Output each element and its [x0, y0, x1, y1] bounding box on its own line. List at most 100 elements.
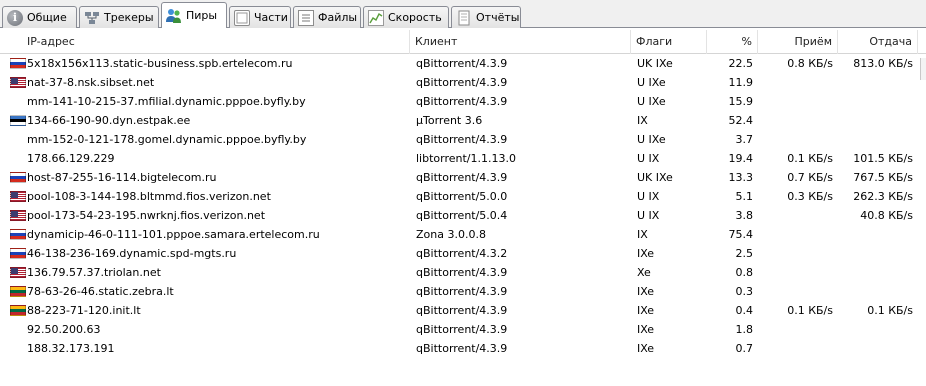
cell-ip: 46-138-236-169.dynamic.spd-mgts.ru — [27, 247, 237, 260]
cell-ip: 88-223-71-120.init.lt — [27, 304, 141, 317]
cell-upload: 40.8 КБ/s — [860, 209, 913, 222]
cell-download — [758, 320, 833, 339]
cell-ip: 5x18x156x113.static-business.spb.ertelec… — [27, 57, 293, 70]
country-flag-icon — [10, 286, 26, 297]
cell-client: qBittorrent/4.3.9 — [416, 133, 508, 146]
table-row[interactable]: 78-63-26-46.static.zebra.lt qBittorrent/4… — [0, 282, 926, 301]
table-row[interactable]: 46-138-236-169.dynamic.spd-mgts.ru qBitto… — [0, 244, 926, 263]
cell-client: qBittorrent/4.3.9 — [416, 285, 508, 298]
cell-percent: 5.1 — [735, 190, 754, 203]
table-row[interactable]: nat-37-8.nsk.sibset.net qBittorrent/4.3.9… — [0, 73, 926, 92]
country-flag-icon — [10, 305, 26, 316]
country-flag-icon — [10, 115, 26, 126]
cell-ip: mm-152-0-121-178.gomel.dynamic.pppoe.byf… — [27, 133, 307, 146]
table-row[interactable]: 92.50.200.63 qBittorrent/4.3.9 IXe 1.8 — [0, 320, 926, 339]
cell-percent: 3.7 — [735, 133, 754, 146]
cell-flags: IXe — [637, 247, 655, 260]
info-icon: i — [7, 9, 23, 26]
tab-speed[interactable]: Скорость — [363, 6, 449, 28]
cell-client: qBittorrent/5.0.0 — [416, 190, 508, 203]
cell-upload — [838, 111, 913, 130]
table-row[interactable]: 5x18x156x113.static-business.spb.ertelec… — [0, 54, 926, 73]
cell-download — [758, 244, 833, 263]
table-row[interactable]: mm-152-0-121-178.gomel.dynamic.pppoe.byf… — [0, 130, 926, 149]
column-flags[interactable]: Флаги — [631, 30, 707, 54]
table-row[interactable]: pool-108-3-144-198.bltmmd.fios.verizon.n… — [0, 187, 926, 206]
column-flags-label: Флаги — [636, 35, 673, 48]
column-upload-label: Отдача — [869, 35, 912, 48]
cell-client: qBittorrent/4.3.9 — [416, 76, 508, 89]
table-body: 5x18x156x113.static-business.spb.ertelec… — [0, 54, 926, 358]
tab-peers-label: Пиры — [186, 9, 218, 22]
pieces-icon — [234, 9, 250, 26]
cell-percent: 0.3 — [735, 285, 754, 298]
cell-upload: 813.0 КБ/s — [853, 57, 913, 70]
cell-ip: nat-37-8.nsk.sibset.net — [27, 76, 155, 89]
table-row[interactable]: 178.66.129.229 libtorrent/1.1.13.0 U IX 19.… — [0, 149, 926, 168]
tab-peers[interactable]: Пиры — [161, 2, 227, 28]
cell-client: libtorrent/1.1.13.0 — [416, 152, 516, 165]
column-percent[interactable]: % — [707, 30, 758, 54]
cell-upload — [838, 263, 913, 282]
cell-client: Zona 3.0.0.8 — [416, 228, 486, 241]
trackers-icon — [84, 10, 100, 26]
cell-flags: UK IXe — [637, 171, 673, 184]
tab-logs[interactable]: Отчёты — [451, 6, 521, 28]
column-download[interactable]: Приём — [758, 30, 838, 54]
cell-flags: U IXe — [637, 76, 666, 89]
cell-client: qBittorrent/4.3.9 — [416, 342, 508, 355]
column-upload[interactable]: Отдача — [838, 30, 918, 54]
cell-upload — [838, 244, 913, 263]
column-ip[interactable]: IP-адрес — [0, 30, 410, 54]
table-row[interactable]: pool-173-54-23-195.nwrknj.fios.verizon.n… — [0, 206, 926, 225]
cell-flags: IXe — [637, 285, 655, 298]
cell-flags: IXe — [637, 342, 655, 355]
cell-download — [758, 130, 833, 149]
table-row[interactable]: dynamicip-46-0-111-101.pppoe.samara.erte… — [0, 225, 926, 244]
cell-download: 0.8 КБ/s — [787, 57, 833, 70]
country-flag-icon — [10, 267, 26, 278]
tab-pieces[interactable]: Части — [229, 6, 291, 28]
cell-download — [758, 92, 833, 111]
tab-trackers-label: Трекеры — [104, 11, 154, 24]
cell-ip: 92.50.200.63 — [27, 323, 101, 336]
cell-percent: 13.3 — [728, 171, 754, 184]
cell-flags: U IXe — [637, 95, 666, 108]
cell-percent: 19.4 — [728, 152, 754, 165]
cell-upload — [838, 320, 913, 339]
country-flag-icon — [10, 77, 26, 88]
table-row[interactable]: mm-141-10-215-37.mfilial.dynamic.pppoe.b… — [0, 92, 926, 111]
tab-general-label: Общие — [27, 11, 67, 24]
column-client-label: Клиент — [415, 35, 458, 48]
column-ip-label: IP-адрес — [27, 35, 75, 48]
cell-percent: 22.5 — [728, 57, 754, 70]
cell-percent: 52.4 — [728, 114, 754, 127]
tab-speed-label: Скорость — [388, 11, 442, 24]
table-row[interactable]: 88-223-71-120.init.lt qBittorrent/4.3.9 IX… — [0, 301, 926, 320]
cell-ip: 136.79.57.37.triolan.net — [27, 266, 161, 279]
cell-download — [758, 263, 833, 282]
cell-client: qBittorrent/4.3.9 — [416, 57, 508, 70]
table-row[interactable]: 136.79.57.37.triolan.net qBittorrent/4.3.… — [0, 263, 926, 282]
column-client[interactable]: Клиент — [410, 30, 631, 54]
cell-flags: U IXe — [637, 133, 666, 146]
tab-files[interactable]: Файлы — [293, 6, 361, 28]
cell-download — [758, 111, 833, 130]
table-row[interactable]: host-87-255-16-114.bigtelecom.ru qBittorr… — [0, 168, 926, 187]
cell-upload — [838, 282, 913, 301]
table-row[interactable]: 134-66-190-90.dyn.estpak.ee µTorrent 3.6 I… — [0, 111, 926, 130]
tab-general[interactable]: i Общие — [2, 6, 77, 28]
cell-percent: 1.8 — [735, 323, 754, 336]
cell-upload: 0.1 КБ/s — [867, 304, 913, 317]
cell-ip: host-87-255-16-114.bigtelecom.ru — [27, 171, 217, 184]
tab-trackers[interactable]: Трекеры — [79, 6, 159, 28]
country-flag-icon — [10, 172, 26, 183]
country-flag-icon — [10, 210, 26, 221]
table-row[interactable]: 188.32.173.191 qBittorrent/4.3.9 IXe 0.7 — [0, 339, 926, 358]
cell-percent: 0.7 — [735, 342, 754, 355]
cell-upload — [838, 130, 913, 149]
cell-flags: U IX — [637, 190, 660, 203]
cell-upload — [838, 339, 913, 358]
cell-download — [758, 339, 833, 358]
cell-ip: mm-141-10-215-37.mfilial.dynamic.pppoe.b… — [27, 95, 306, 108]
